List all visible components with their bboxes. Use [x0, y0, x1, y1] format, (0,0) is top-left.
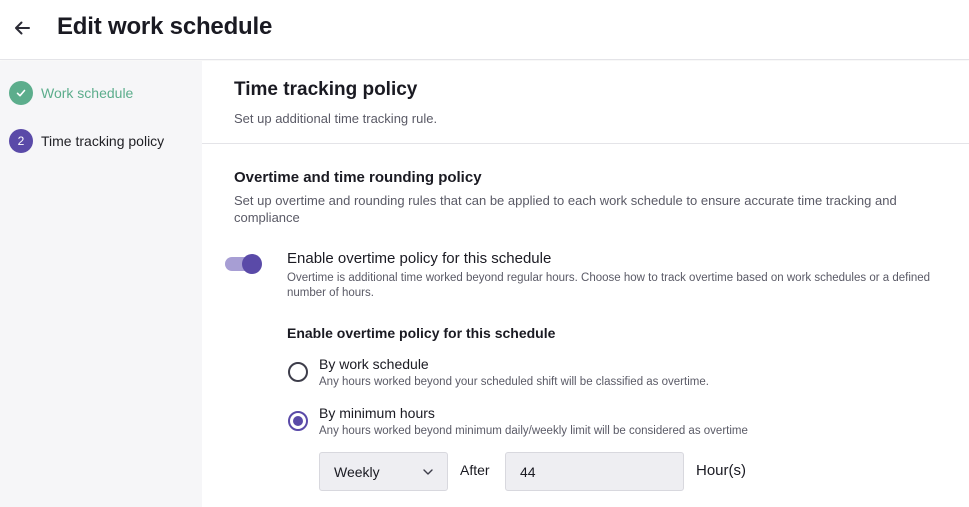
top-bar: Edit work schedule	[0, 0, 969, 60]
hours-unit-label: Hour(s)	[696, 462, 747, 479]
overtime-method-heading: Enable overtime policy for this schedule	[287, 325, 556, 341]
stepper-sidebar: Work schedule 2 Time tracking policy	[0, 61, 202, 507]
step-time-tracking-policy[interactable]: 2 Time tracking policy	[9, 129, 164, 153]
radio-label: By minimum hours	[319, 405, 435, 421]
step-label: Work schedule	[41, 85, 134, 101]
period-select[interactable]: Weekly	[319, 452, 448, 491]
step-completed-badge	[9, 81, 33, 105]
check-icon	[16, 89, 26, 97]
step-work-schedule[interactable]: Work schedule	[9, 81, 133, 105]
page-title: Edit work schedule	[57, 13, 273, 40]
radio-button[interactable]	[288, 411, 308, 431]
after-label: After	[460, 462, 490, 478]
step-label: Time tracking policy	[41, 133, 165, 149]
back-button[interactable]	[10, 16, 34, 40]
section-header: Time tracking policy Set up additional t…	[202, 61, 969, 144]
period-select-value: Weekly	[334, 464, 380, 480]
chevron-down-icon	[423, 469, 433, 475]
radio-button[interactable]	[288, 362, 308, 382]
step-number-badge: 2	[9, 129, 33, 153]
toggle-knob	[242, 254, 262, 274]
overtime-policy-description: Set up overtime and rounding rules that …	[234, 193, 897, 225]
overtime-toggle-description: Overtime is additional time worked beyon…	[287, 272, 931, 299]
overtime-toggle-label: Enable overtime policy for this schedule	[287, 250, 552, 267]
arrow-left-icon	[15, 21, 30, 35]
hours-input[interactable]	[505, 452, 684, 491]
main-content: Time tracking policy Set up additional t…	[202, 61, 969, 507]
radio-description: Any hours worked beyond your scheduled s…	[319, 376, 709, 388]
section-title: Time tracking policy	[234, 79, 418, 100]
overtime-toggle[interactable]	[225, 252, 263, 276]
section-subtitle: Set up additional time tracking rule.	[234, 111, 438, 126]
overtime-policy-title: Overtime and time rounding policy	[234, 169, 482, 186]
radio-label: By work schedule	[319, 356, 429, 372]
radio-description: Any hours worked beyond minimum daily/we…	[319, 425, 748, 437]
